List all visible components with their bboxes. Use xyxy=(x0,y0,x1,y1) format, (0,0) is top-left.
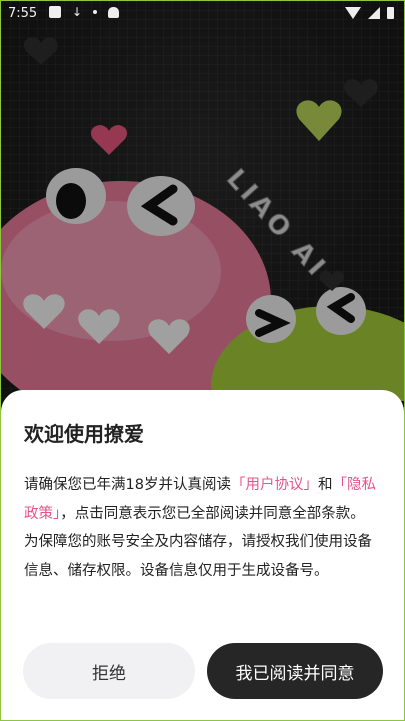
status-time: 7:55 xyxy=(8,6,38,21)
notification-icon xyxy=(49,6,61,18)
app-frame: LIAO AI 7:55 ↓ 欢迎使用撩爱 请确保您已年满18岁并认真阅读「用户… xyxy=(0,0,405,721)
user-agreement-link[interactable]: 「用户协议」 xyxy=(231,477,318,493)
notification-bell-icon xyxy=(108,6,120,18)
body-text-terms: ，点击同意表示您已全部阅读并同意全部条款。为保障您的账号安全及内容储存，请授权我… xyxy=(24,505,372,579)
signal-icon xyxy=(368,7,380,19)
battery-icon xyxy=(387,7,394,19)
body-text-and: 和 xyxy=(317,477,333,493)
dialog-title: 欢迎使用撩爱 xyxy=(24,422,144,446)
wifi-icon xyxy=(345,7,361,19)
dialog-body: 请确保您已年满18岁并认真阅读「用户协议」和「隐私政策」，点击同意表示您已全部阅… xyxy=(24,471,376,585)
agree-button[interactable]: 我已阅读并同意 xyxy=(207,643,383,699)
download-icon: ↓ xyxy=(72,5,83,19)
agree-button-label: 我已阅读并同意 xyxy=(235,663,355,684)
status-bar: 7:55 ↓ xyxy=(1,1,404,27)
decline-button[interactable]: 拒绝 xyxy=(23,643,195,699)
body-text-intro: 请确保您已年满18岁并认真阅读 xyxy=(24,477,231,493)
decline-button-label: 拒绝 xyxy=(92,663,126,684)
privacy-consent-dialog: 欢迎使用撩爱 请确保您已年满18岁并认真阅读「用户协议」和「隐私政策」，点击同意… xyxy=(1,390,404,720)
dot-icon xyxy=(93,10,98,14)
